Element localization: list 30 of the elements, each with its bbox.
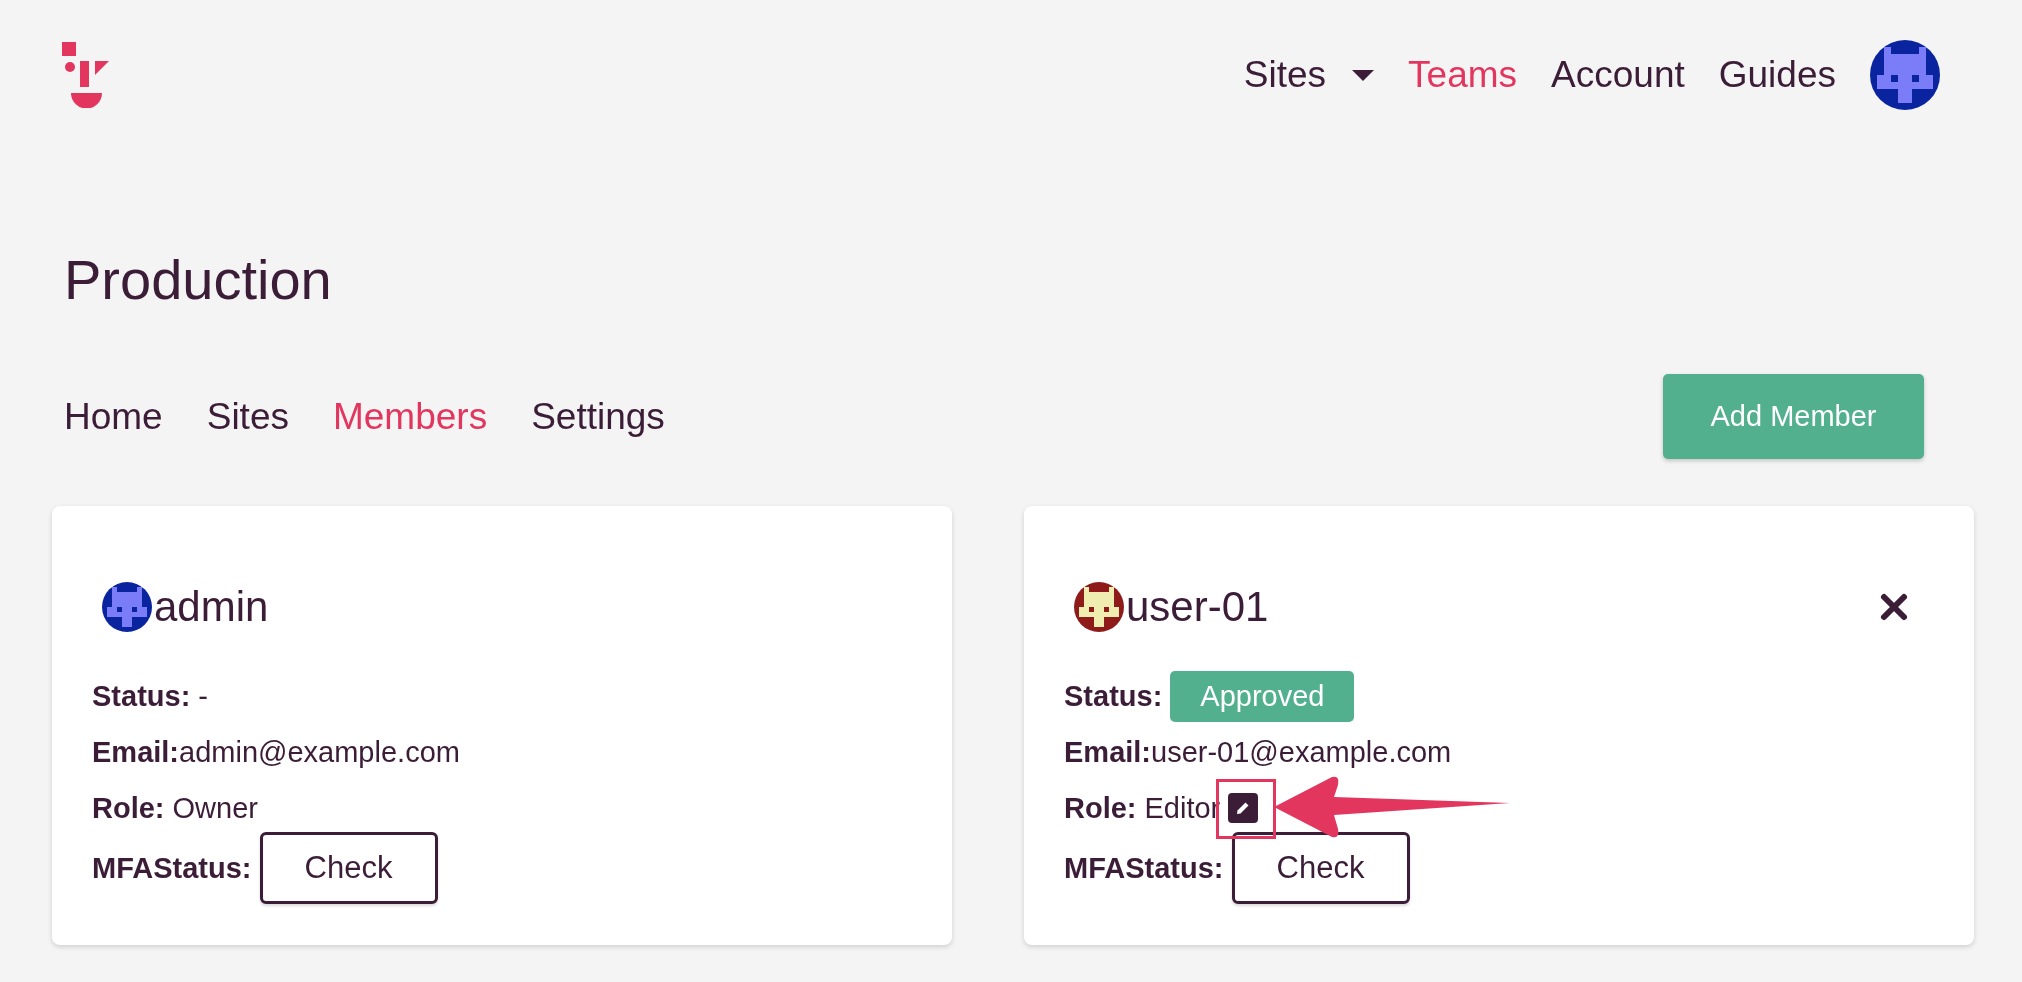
email-value: user-01@example.com: [1151, 735, 1452, 769]
member-name: user-01: [1126, 583, 1269, 631]
page-title: Production: [64, 247, 333, 313]
field-label: Email:: [92, 735, 180, 769]
nav-link[interactable]: Guides: [1718, 54, 1836, 96]
tab[interactable]: Members: [332, 395, 488, 438]
field-label: MFAStatus:: [92, 851, 252, 885]
nav-link[interactable]: Teams: [1408, 54, 1518, 96]
field-label: Status:: [92, 679, 191, 713]
tab[interactable]: Home: [64, 395, 163, 438]
avatar-icon: [1870, 40, 1940, 110]
field-label: Email:: [1064, 735, 1152, 769]
check-button[interactable]: Check: [1231, 832, 1410, 904]
status-value: -: [198, 679, 208, 713]
status-badge: Approved: [1170, 670, 1355, 722]
edit-button[interactable]: [1228, 793, 1259, 823]
nav-link[interactable]: Account: [1551, 54, 1685, 96]
close-button[interactable]: [1879, 592, 1909, 622]
tab[interactable]: Sites: [206, 395, 289, 438]
member-name: admin: [154, 583, 269, 631]
tab[interactable]: Settings: [531, 395, 665, 438]
field-label: Role:: [1064, 791, 1137, 825]
role-value: Owner: [172, 791, 258, 825]
nav-link[interactable]: Sites: [1243, 54, 1375, 96]
field-label: Role:: [92, 791, 165, 825]
field-label: MFAStatus:: [1064, 851, 1224, 885]
check-button[interactable]: Check: [259, 832, 438, 904]
logo-icon[interactable]: [62, 42, 112, 108]
field-label: Status:: [1064, 679, 1163, 713]
email-value: admin@example.com: [179, 735, 460, 769]
